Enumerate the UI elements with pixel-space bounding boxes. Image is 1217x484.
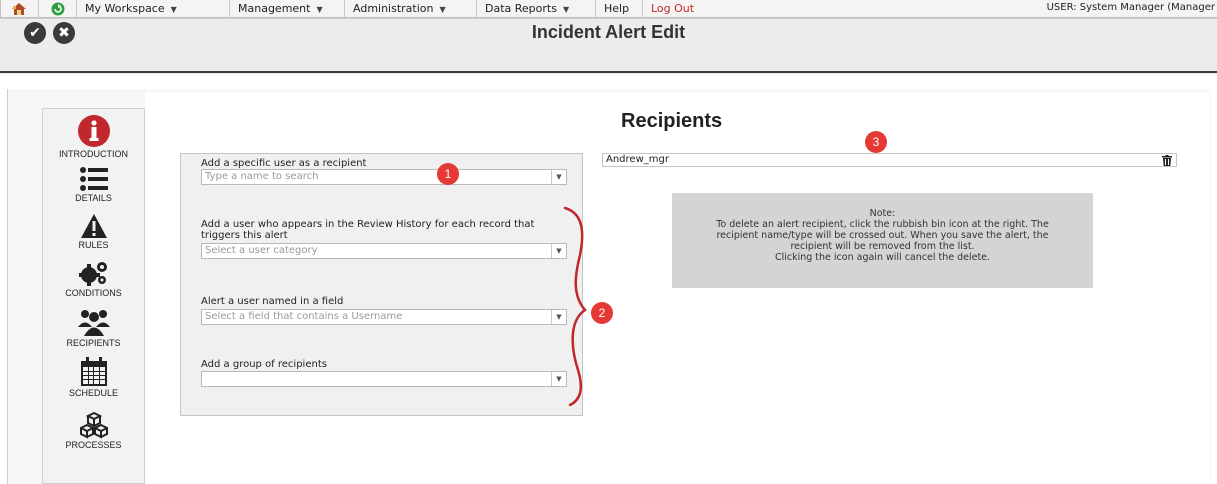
sidebar-item-label: PROCESSES: [65, 440, 122, 450]
sidebar-item-label: CONDITIONS: [65, 288, 122, 298]
recipient-form: Add a specific user as a recipient Type …: [180, 153, 583, 416]
sidebar-item-details[interactable]: DETAILS: [43, 166, 144, 203]
chevron-down-icon: ▼: [316, 5, 323, 14]
sidebar-item-label: RECIPIENTS: [66, 338, 121, 348]
chevron-down-icon: ▼: [170, 5, 177, 14]
callout-badge-3: 3: [865, 131, 887, 153]
info-icon: [77, 115, 110, 147]
note-line: recipient name/type will be crossed out.…: [716, 230, 1049, 241]
page-title: Incident Alert Edit: [531, 22, 686, 42]
recipient-name: Andrew_mgr: [606, 154, 669, 165]
nav-label: Help: [604, 2, 630, 15]
note-line: recipient will be removed from the list.: [790, 241, 975, 252]
nav-label: Data Reports: [485, 2, 557, 15]
delete-note: Note: To delete an alert recipient, clic…: [672, 193, 1093, 288]
group-label: Add a group of recipients: [201, 359, 327, 370]
user-info: USER: System Manager (Manager: [1046, 2, 1215, 13]
sidebar-item-recipients[interactable]: RECIPIENTS: [43, 307, 144, 348]
refresh-icon: [51, 2, 65, 16]
warning-icon: [80, 214, 107, 238]
sidebar-item-schedule[interactable]: SCHEDULE: [43, 357, 144, 398]
callout-badge-2: 2: [591, 302, 613, 324]
user-category-select[interactable]: Select a user category ▼: [201, 243, 567, 259]
sidebar-item-introduction[interactable]: INTRODUCTION: [43, 114, 144, 159]
gears-icon: [78, 262, 107, 286]
cubes-icon: [79, 411, 108, 439]
callout-badge-1: 1: [437, 163, 459, 185]
sidebar-item-label: DETAILS: [75, 193, 112, 203]
review-user-label: Add a user who appears in the Review His…: [201, 219, 535, 241]
nav-label: Management: [238, 2, 311, 15]
recipient-group-select[interactable]: ▼: [201, 371, 567, 387]
top-nav-bar: My Workspace ▼ Management ▼ Administration…: [0, 0, 1217, 18]
sidebar-item-label: SCHEDULE: [68, 388, 118, 398]
nav-data-reports[interactable]: Data Reports ▼: [477, 0, 596, 18]
chevron-down-icon: ▼: [562, 5, 570, 14]
nav-log-out[interactable]: Log Out: [643, 0, 705, 18]
trash-icon[interactable]: [1162, 155, 1172, 166]
calendar-icon: [80, 357, 107, 386]
title-underline: [0, 71, 1217, 73]
chevron-down-icon[interactable]: ▼: [551, 170, 566, 184]
nav-label: My Workspace: [85, 2, 165, 15]
username-field-select[interactable]: Select a field that contains a Username …: [201, 309, 567, 325]
sidebar-item-processes[interactable]: PROCESSES: [43, 411, 144, 450]
refresh-nav-button[interactable]: [39, 0, 77, 18]
specific-user-search[interactable]: Type a name to search ▼: [201, 169, 567, 185]
nav-label: Log Out: [651, 2, 695, 15]
specific-user-label: Add a specific user as a recipient: [201, 158, 367, 169]
sidebar-item-conditions[interactable]: CONDITIONS: [43, 259, 144, 298]
title-bar: ✔ ✖ Incident Alert Edit: [0, 18, 1217, 74]
divider: [0, 18, 1217, 19]
recipients-title: Recipients: [621, 110, 723, 132]
list-icon: [79, 167, 108, 191]
recipient-row: Andrew_mgr: [602, 153, 1177, 167]
nav-management[interactable]: Management ▼: [230, 0, 345, 18]
sidebar-item-label: RULES: [78, 240, 109, 250]
sidebar-item-label: INTRODUCTION: [59, 149, 128, 159]
sidebar-item-rules[interactable]: RULES: [43, 213, 144, 250]
nav-help[interactable]: Help: [596, 0, 643, 18]
note-line: Note:: [869, 208, 896, 219]
sidebar: INTRODUCTION DETAILS RULES CONDITIONS RE…: [42, 108, 145, 484]
field-user-label: Alert a user named in a field: [201, 296, 344, 307]
home-nav-button[interactable]: [1, 0, 39, 18]
nav-my-workspace[interactable]: My Workspace ▼: [77, 0, 230, 18]
note-line: Clicking the icon again will cancel the …: [774, 252, 991, 263]
placeholder: Type a name to search: [205, 171, 319, 182]
nav-administration[interactable]: Administration ▼: [345, 0, 477, 18]
placeholder: Select a field that contains a Username: [205, 311, 403, 322]
nav-label: Administration: [353, 2, 434, 15]
chevron-down-icon: ▼: [439, 5, 446, 14]
home-icon: [12, 3, 26, 15]
placeholder: Select a user category: [205, 245, 318, 256]
users-icon: [77, 310, 110, 336]
note-line: To delete an alert recipient, click the …: [716, 219, 1049, 230]
